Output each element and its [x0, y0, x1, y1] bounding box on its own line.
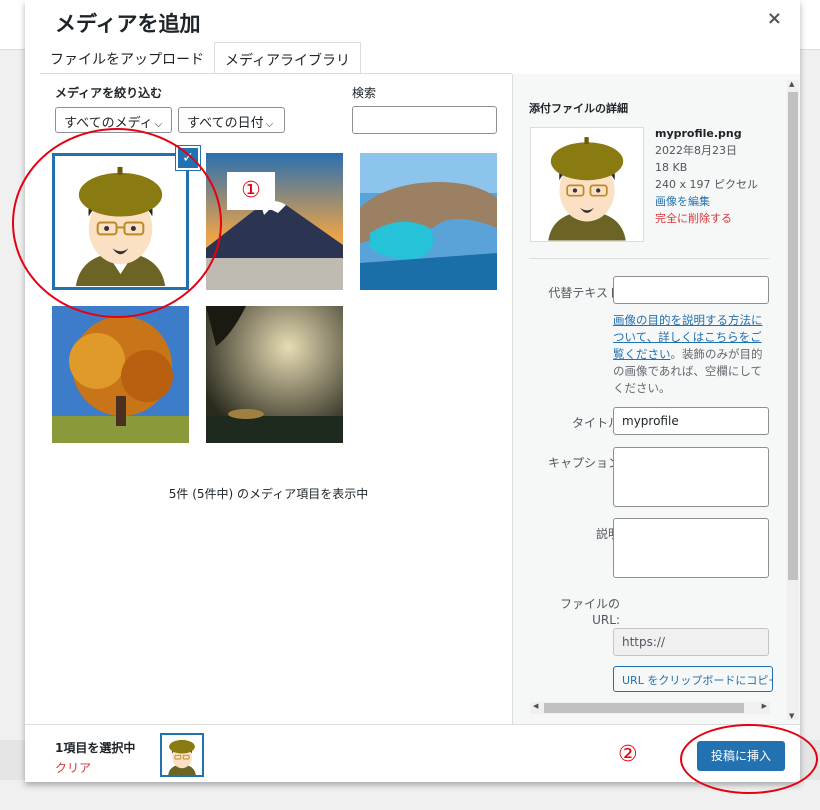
chevron-down-icon: ⌵ [154, 119, 163, 130]
tabs-divider [40, 73, 512, 74]
file-url-label-line1: ファイルの [559, 597, 620, 611]
scroll-right-icon[interactable]: ▶ [762, 702, 767, 710]
upload-date: 2022年8月23日 [655, 144, 737, 157]
copy-url-button[interactable]: URL をクリップボードにコピー [613, 666, 773, 692]
attachment-details-sidebar: 添付ファイルの詳細 myprofile.png 2022年8月23日 18 KB… [512, 74, 800, 724]
attachment-misty-boat[interactable] [206, 306, 343, 443]
details-heading: 添付ファイルの詳細 [529, 102, 628, 115]
caption-label: キャプション [547, 456, 620, 470]
date-select[interactable]: すべての日付 ⌵ [178, 107, 285, 133]
caption-textarea[interactable] [613, 447, 769, 507]
title-input[interactable]: myprofile [613, 407, 769, 435]
scroll-down-icon[interactable]: ▼ [789, 712, 794, 720]
alt-text-help: 画像の目的を説明する方法について、詳しくはこちらをご覧ください。装飾のみが目的の… [613, 312, 771, 397]
details-thumbnail [530, 127, 644, 242]
file-meta: myprofile.png 2022年8月23日 18 KB 240 x 197… [655, 125, 758, 227]
selection-count: 1項目を選択中 [55, 741, 136, 755]
attachment-beach[interactable] [360, 153, 497, 290]
horizontal-scroll-thumb[interactable] [544, 703, 744, 713]
selected-thumbnail[interactable] [160, 733, 204, 777]
details-divider [529, 258, 769, 259]
close-icon[interactable]: × [767, 8, 782, 29]
avatar-image [531, 128, 643, 241]
file-name: myprofile.png [655, 127, 742, 140]
alt-text-label: 代替テキスト [548, 286, 620, 300]
modal-title: メディアを追加 [55, 12, 201, 36]
beach-image [360, 153, 497, 290]
file-size: 18 KB [655, 161, 688, 174]
boat-image [206, 306, 343, 443]
sidebar-horizontal-scrollbar[interactable]: ◀ ▶ [530, 702, 770, 714]
modal-tabs: ファイルをアップロード メディアライブラリ [40, 42, 362, 74]
media-type-select[interactable]: すべてのメディ ⌵ [55, 107, 172, 133]
vertical-scroll-thumb[interactable] [788, 92, 798, 580]
edit-image-link[interactable]: 画像を編集 [655, 193, 758, 210]
file-url-label: ファイルの URL: [560, 596, 620, 628]
alt-text-input[interactable] [613, 276, 769, 304]
tree-image [52, 306, 189, 443]
filter-label: メディアを絞り込む [55, 86, 163, 100]
search-input[interactable] [352, 106, 497, 134]
media-type-select-value: すべてのメディ [64, 116, 153, 131]
description-textarea[interactable] [613, 518, 769, 578]
attachment-autumn-tree[interactable] [52, 306, 189, 443]
selected-check-icon[interactable]: ✓ [176, 146, 200, 170]
annotation-marker-2: ② [618, 742, 638, 767]
search-label: 検索 [352, 86, 377, 100]
chevron-down-icon: ⌵ [265, 119, 274, 130]
avatar-image [56, 157, 185, 286]
file-url-label-line2: URL: [592, 613, 620, 627]
tab-media-library[interactable]: メディアライブラリ [214, 42, 362, 74]
clear-selection-link[interactable]: クリア [55, 759, 91, 776]
scroll-up-icon[interactable]: ▲ [789, 80, 794, 88]
file-dimensions: 240 x 197 ピクセル [655, 178, 758, 191]
media-modal: メディアを追加 × ファイルをアップロード メディアライブラリ メディアを絞り込… [25, 0, 800, 782]
delete-permanently-link[interactable]: 完全に削除する [655, 210, 758, 227]
insert-into-post-button[interactable]: 投稿に挿入 [697, 741, 785, 771]
attachment-myprofile[interactable] [52, 153, 189, 290]
scroll-left-icon[interactable]: ◀ [533, 702, 538, 710]
avatar-image [162, 735, 202, 775]
annotation-marker-1: ① [227, 172, 275, 210]
media-toolbar: 1項目を選択中 クリア 投稿に挿入 [25, 724, 800, 782]
file-url-input[interactable]: https:// [613, 628, 769, 656]
media-count-text: 5件 (5件中) のメディア項目を表示中 [168, 487, 369, 501]
date-select-value: すべての日付 [187, 116, 264, 131]
sidebar-vertical-scrollbar[interactable]: ▲ ▼ [787, 80, 799, 720]
tab-upload-files[interactable]: ファイルをアップロード [40, 42, 214, 74]
